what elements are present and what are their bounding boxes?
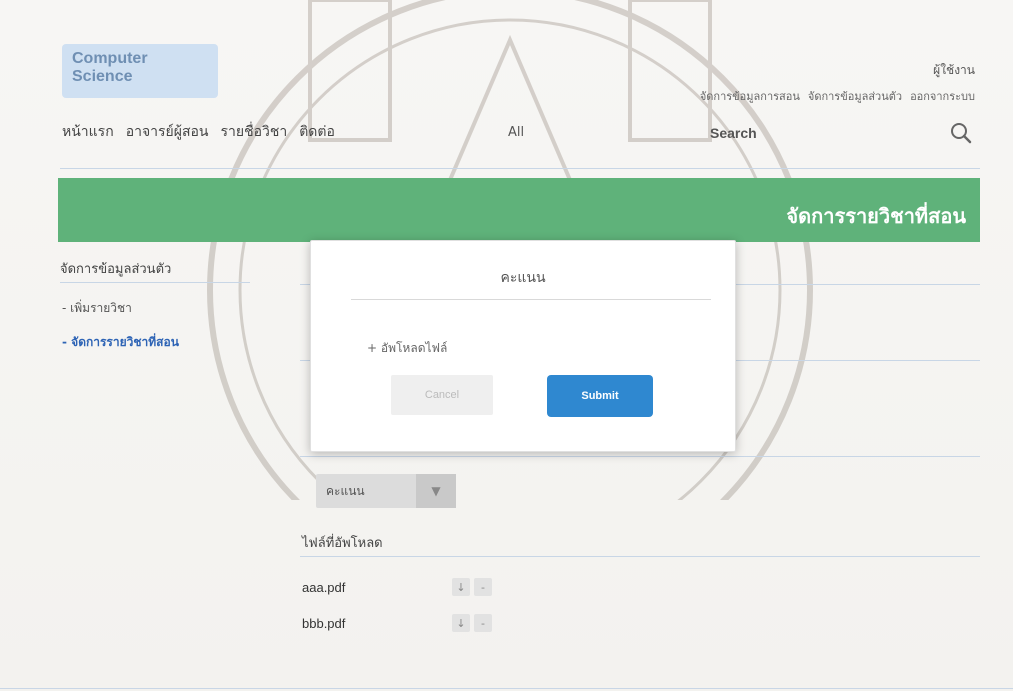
score-dropdown[interactable]: คะแนน ▼ xyxy=(316,474,456,508)
site-logo[interactable]: Computer Science xyxy=(62,44,218,98)
remove-file-button[interactable]: - xyxy=(474,578,492,596)
nav-item-teachers[interactable]: อาจารย์ผู้สอน xyxy=(126,121,209,143)
submit-button[interactable]: Submit xyxy=(547,375,653,417)
modal-title: คะแนน xyxy=(500,270,546,286)
uploads-title: ไฟล์ที่อัพโหลด xyxy=(302,536,383,551)
nav-item-courses[interactable]: รายชื่อวิชา xyxy=(220,121,287,143)
score-upload-modal: คะแนน + อัพโหลดไฟล์ Cancel Submit xyxy=(310,240,736,452)
score-dropdown-label: คะแนน xyxy=(326,483,365,498)
chevron-down-icon: ▼ xyxy=(416,474,456,508)
search-input[interactable]: Search xyxy=(710,125,757,141)
search-icon[interactable] xyxy=(950,122,972,144)
file-name[interactable]: bbb.pdf xyxy=(302,616,452,631)
upload-file-link[interactable]: + อัพโหลดไฟล์ xyxy=(367,339,447,358)
nav-item-home[interactable]: หน้าแรก xyxy=(62,121,114,143)
user-menu-profile[interactable]: จัดการข้อมูลส่วนตัว xyxy=(808,87,902,105)
page: Computer Science ผู้ใช้งาน จัดการข้อมูลก… xyxy=(0,0,1013,691)
content-divider xyxy=(300,456,980,457)
cancel-button[interactable]: Cancel xyxy=(391,375,493,415)
page-banner: จัดการรายวิชาที่สอน xyxy=(58,178,980,242)
search-box[interactable]: Search xyxy=(646,116,976,150)
user-title: ผู้ใช้งาน xyxy=(933,63,975,77)
sidebar-divider xyxy=(60,282,250,283)
download-icon[interactable]: ↓ xyxy=(452,578,470,596)
file-row: aaa.pdf ↓ - xyxy=(302,576,562,598)
user-menu-teaching[interactable]: จัดการข้อมูลการสอน xyxy=(700,87,800,105)
page-title: จัดการรายวิชาที่สอน xyxy=(786,204,966,228)
modal-divider xyxy=(351,299,711,300)
logo-text: Computer Science xyxy=(72,50,148,85)
sidebar-title: จัดการข้อมูลส่วนตัว xyxy=(60,262,172,277)
header-divider xyxy=(60,168,980,169)
user-menu: จัดการข้อมูลการสอน จัดการข้อมูลส่วนตัว อ… xyxy=(700,87,975,105)
download-icon[interactable]: ↓ xyxy=(452,614,470,632)
search-filter-dropdown[interactable]: All xyxy=(508,125,524,140)
user-menu-logout[interactable]: ออกจากระบบ xyxy=(910,87,975,105)
nav-item-contact[interactable]: ติดต่อ xyxy=(299,121,335,143)
file-row: bbb.pdf ↓ - xyxy=(302,612,562,634)
footer-divider xyxy=(0,688,1013,689)
uploads-divider xyxy=(300,556,980,557)
file-name[interactable]: aaa.pdf xyxy=(302,580,452,595)
main-nav: หน้าแรก อาจารย์ผู้สอน รายชื่อวิชา ติดต่อ xyxy=(62,121,335,143)
sidebar-item-manage-courses[interactable]: - จัดการรายวิชาที่สอน xyxy=(62,333,179,352)
remove-file-button[interactable]: - xyxy=(474,614,492,632)
sidebar-item-add-course[interactable]: - เพิ่มรายวิชา xyxy=(62,299,132,318)
